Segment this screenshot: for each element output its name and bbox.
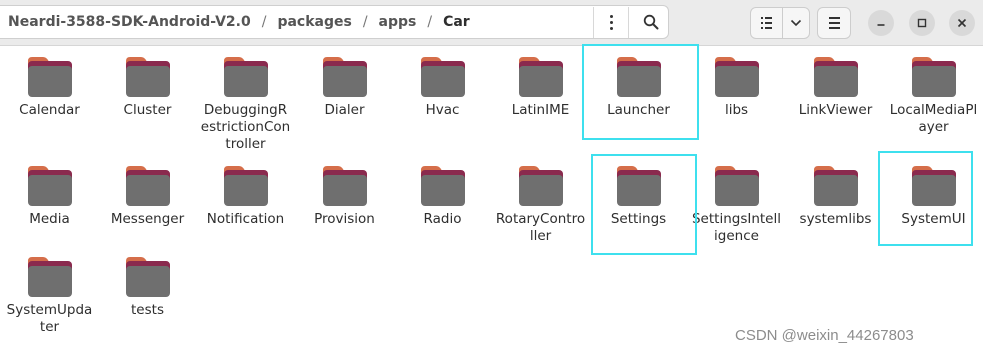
folder-label: SystemUpdater: [6, 302, 93, 335]
folder-label: Radio: [423, 211, 462, 227]
folder-label: Calendar: [19, 102, 80, 118]
folder-item-settings[interactable]: Settings: [589, 155, 688, 228]
breadcrumb-item-sdk[interactable]: Neardi-3588-SDK-Android-V2.0: [8, 14, 251, 30]
folder-label: LinkViewer: [798, 102, 873, 118]
folder-item-rotarycontroller[interactable]: RotaryController: [491, 155, 590, 245]
folder-item-messenger[interactable]: Messenger: [98, 155, 197, 228]
folder-item-debuggingrestrictioncontroller[interactable]: DebuggingRestrictionController: [196, 46, 295, 153]
folder-label: Provision: [314, 211, 375, 227]
search-button[interactable]: [634, 6, 668, 38]
folder-icon: [420, 166, 465, 206]
folder-label: libs: [724, 102, 749, 118]
folder-icon: [27, 57, 72, 97]
close-button[interactable]: [949, 10, 975, 36]
folder-item-systemlibs[interactable]: systemlibs: [786, 155, 885, 228]
folder-icon: [714, 57, 759, 97]
chevron-down-icon: [790, 19, 802, 27]
folder-item-provision[interactable]: Provision: [295, 155, 394, 228]
folder-item-radio[interactable]: Radio: [393, 155, 492, 228]
folder-item-systemui[interactable]: SystemUI: [884, 155, 983, 228]
folder-icon: [27, 166, 72, 206]
path-bar-divider: [628, 7, 629, 38]
folder-icon: [125, 57, 170, 97]
folder-label: Notification: [206, 211, 285, 227]
folder-item-systemupdater[interactable]: SystemUpdater: [0, 246, 99, 336]
folder-icon: [911, 166, 956, 206]
folder-item-media[interactable]: Media: [0, 155, 99, 228]
folder-item-localmediaplayer[interactable]: LocalMediaPlayer: [884, 46, 983, 136]
breadcrumb-item-packages[interactable]: packages: [277, 14, 351, 30]
breadcrumb-item-current[interactable]: Car: [443, 14, 470, 30]
folder-item-settingsintelligence[interactable]: SettingsIntelligence: [687, 155, 786, 245]
folder-label: Dialer: [324, 102, 365, 118]
folder-item-notification[interactable]: Notification: [196, 155, 295, 228]
folder-icon: [27, 257, 72, 297]
breadcrumb-separator: /: [261, 14, 267, 30]
folder-icon: [616, 166, 661, 206]
folder-label: Launcher: [607, 102, 670, 118]
folder-label: LocalMediaPlayer: [889, 102, 978, 135]
folder-icon: [714, 166, 759, 206]
folder-icon: [616, 57, 661, 97]
folder-icon: [420, 57, 465, 97]
folder-item-calendar[interactable]: Calendar: [0, 46, 99, 119]
folder-label: SettingsIntelligence: [691, 211, 781, 244]
folder-item-latinime[interactable]: LatinIME: [491, 46, 590, 119]
breadcrumb-separator: /: [362, 14, 368, 30]
maximize-icon: [917, 18, 927, 28]
folder-icon: [223, 57, 268, 97]
folder-icon: [911, 57, 956, 97]
view-options-button[interactable]: [782, 7, 810, 39]
folder-item-linkviewer[interactable]: LinkViewer: [786, 46, 885, 119]
kebab-menu-icon: [609, 14, 613, 30]
search-icon: [643, 14, 659, 30]
folder-icon: [223, 166, 268, 206]
folder-icon: [322, 57, 367, 97]
folder-label: Hvac: [425, 102, 460, 118]
folder-label: DebuggingRestrictionController: [200, 102, 291, 152]
watermark: CSDN @weixin_44267803: [735, 327, 914, 344]
folder-label: Cluster: [123, 102, 172, 118]
file-grid: Calendar Cluster DebuggingRestrictionContr…: [0, 46, 983, 356]
folder-icon: [813, 166, 858, 206]
minimize-button[interactable]: [868, 10, 894, 36]
folder-icon: [322, 166, 367, 206]
hamburger-menu-icon: [828, 17, 840, 29]
folder-icon: [813, 57, 858, 97]
folder-item-libs[interactable]: libs: [687, 46, 786, 119]
close-icon: [957, 18, 967, 28]
more-options-button[interactable]: [594, 6, 628, 38]
folder-item-launcher[interactable]: Launcher: [589, 46, 688, 119]
folder-item-dialer[interactable]: Dialer: [295, 46, 394, 119]
folder-label: LatinIME: [511, 102, 570, 118]
maximize-button[interactable]: [909, 10, 935, 36]
folder-label: tests: [131, 302, 164, 318]
folder-item-tests[interactable]: tests: [98, 246, 197, 319]
folder-icon: [125, 166, 170, 206]
folder-icon: [518, 166, 563, 206]
list-view-icon: [761, 17, 772, 29]
breadcrumb: Neardi-3588-SDK-Android-V2.0 / packages …: [8, 6, 470, 38]
main-menu-button[interactable]: [817, 7, 851, 39]
folder-label: Messenger: [110, 211, 185, 227]
folder-label: Settings: [610, 211, 667, 227]
breadcrumb-item-apps[interactable]: apps: [379, 14, 417, 30]
folder-item-hvac[interactable]: Hvac: [393, 46, 492, 119]
view-toggle-button[interactable]: [750, 7, 783, 39]
breadcrumb-separator: /: [427, 14, 433, 30]
folder-label: Media: [29, 211, 70, 227]
folder-label: SystemUI: [901, 211, 966, 227]
folder-item-cluster[interactable]: Cluster: [98, 46, 197, 119]
folder-label: RotaryController: [495, 211, 586, 244]
folder-icon: [125, 257, 170, 297]
path-bar: Neardi-3588-SDK-Android-V2.0 / packages …: [0, 5, 669, 39]
folder-label: systemlibs: [799, 211, 872, 227]
minimize-icon: [877, 24, 885, 26]
folder-icon: [518, 57, 563, 97]
header-bar: Neardi-3588-SDK-Android-V2.0 / packages …: [0, 0, 983, 46]
